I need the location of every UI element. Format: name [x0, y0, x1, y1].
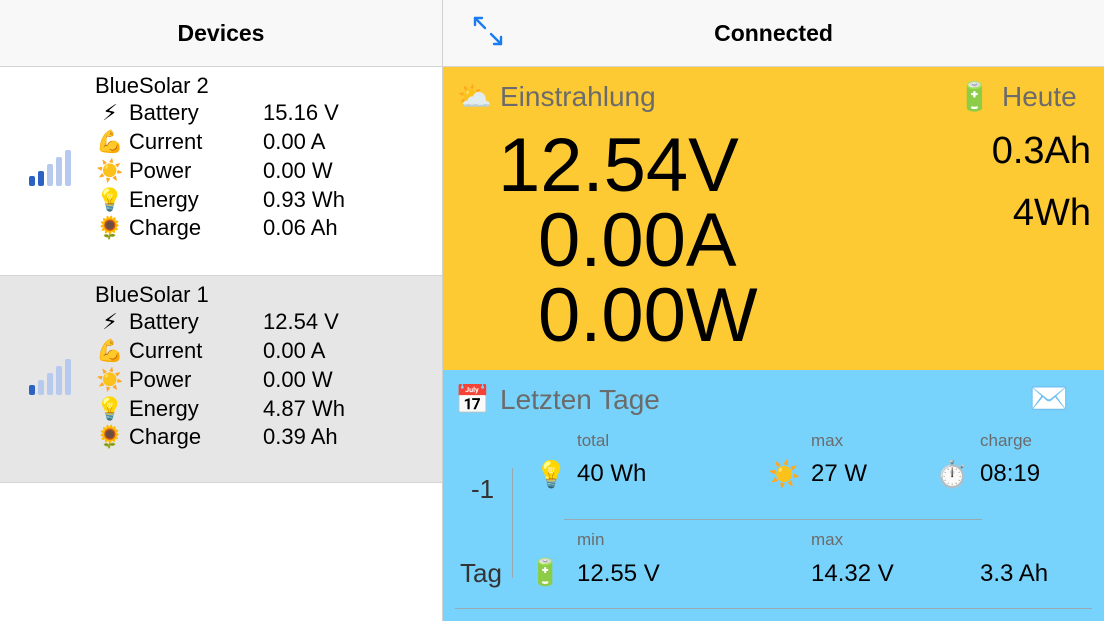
charge-ah-value: 3.3 Ah	[980, 560, 1049, 587]
charge-time-label: charge	[980, 431, 1032, 450]
stopwatch-icon: ⏱️	[936, 459, 969, 489]
stat-value: 15.16 V	[263, 100, 339, 125]
sun-icon: ☀️	[96, 158, 124, 183]
total-label: total	[577, 431, 610, 450]
device-stat-charge: 🌻 Charge 0.39 Ah	[95, 423, 435, 452]
history-header: Letzten Tage	[500, 384, 660, 415]
device-row-bluesolar-2[interactable]: BlueSolar 2 ⚡ Battery 15.16 V 💪 Current …	[0, 67, 442, 275]
device-stat-energy: 💡 Energy 4.87 Wh	[95, 395, 435, 424]
live-current: 0.00A	[538, 198, 737, 283]
max-voltage-label: max	[811, 530, 844, 549]
flexed-biceps-icon: 💪	[96, 129, 124, 154]
device-row-bluesolar-1[interactable]: BlueSolar 1 ⚡ Battery 12.54 V 💪 Current …	[0, 275, 442, 483]
stat-label: Power	[129, 158, 192, 183]
min-voltage-value: 12.55 V	[577, 560, 660, 587]
live-header: Einstrahlung	[500, 81, 656, 112]
stat-label: Current	[129, 338, 203, 363]
device-stat-power: ☀️ Power 0.00 W	[95, 157, 435, 186]
sun-icon: ☀️	[96, 367, 124, 392]
stat-label: Battery	[129, 309, 199, 334]
signal-strength-icon	[29, 150, 71, 186]
stat-value: 4.87 Wh	[263, 396, 345, 421]
today-wh: 4Wh	[1012, 192, 1091, 234]
max-voltage-value: 14.32 V	[811, 560, 894, 587]
bottom-divider	[455, 608, 1092, 609]
sun-behind-cloud-icon: ⛅	[457, 81, 492, 112]
lightning-icon: ⚡	[102, 100, 118, 125]
live-voltage: 12.54V	[498, 123, 739, 208]
devices-nav-bar: Devices	[0, 0, 442, 67]
day-divider	[512, 468, 513, 578]
detail-pane: Connected ⛅ Einstrahlung 🔋 Heute 12.54V …	[443, 0, 1104, 621]
sunflower-icon: 🌻	[96, 424, 124, 449]
light-bulb-icon: 💡	[96, 187, 124, 212]
stat-value: 12.54 V	[263, 309, 339, 334]
stat-label: Charge	[129, 424, 202, 449]
email-icon[interactable]: ✉️	[1029, 382, 1069, 414]
signal-strength-icon	[29, 359, 71, 395]
stat-label: Energy	[129, 187, 199, 212]
row-divider	[564, 519, 982, 520]
device-stat-battery: ⚡ Battery 12.54 V	[95, 308, 435, 337]
stat-label: Battery	[129, 100, 199, 125]
stat-label: Current	[129, 129, 203, 154]
max-power-label: max	[811, 431, 844, 450]
min-voltage-label: min	[577, 530, 605, 549]
today-header: Heute	[1002, 81, 1077, 112]
today-ah: 0.3Ah	[991, 130, 1091, 172]
stat-value: 0.00 W	[263, 367, 333, 392]
device-stat-current: 💪 Current 0.00 A	[95, 337, 435, 366]
sunflower-icon: 🌻	[96, 215, 124, 240]
sun-icon: ☀️	[768, 459, 801, 489]
stat-value: 0.93 Wh	[263, 187, 345, 212]
charge-time-value: 08:19	[980, 460, 1041, 487]
stat-value: 0.00 A	[263, 338, 326, 363]
device-stat-power: ☀️ Power 0.00 W	[95, 366, 435, 395]
light-bulb-icon: 💡	[96, 396, 124, 421]
max-power-value: 27 W	[811, 460, 868, 487]
battery-icon: 🔋	[957, 81, 992, 112]
devices-pane: Devices BlueSolar 2 ⚡ Battery 15.16 V 💪 …	[0, 0, 443, 621]
connection-status-title: Connected	[714, 20, 833, 46]
device-stat-current: 💪 Current 0.00 A	[95, 128, 435, 157]
lightning-icon: ⚡	[102, 309, 118, 334]
day-label: Tag	[460, 558, 502, 588]
stat-value: 0.39 Ah	[263, 424, 338, 449]
stat-label: Energy	[129, 396, 199, 421]
devices-title: Devices	[177, 20, 265, 46]
device-stat-charge: 🌻 Charge 0.06 Ah	[95, 214, 435, 243]
flexed-biceps-icon: 💪	[96, 338, 124, 363]
calendar-icon: 📅	[455, 384, 490, 415]
detail-nav-bar: Connected	[443, 0, 1104, 67]
device-stat-energy: 💡 Energy 0.93 Wh	[95, 186, 435, 215]
light-bulb-icon: 💡	[535, 459, 568, 489]
device-name: BlueSolar 1	[95, 282, 209, 307]
battery-icon: 🔋	[529, 557, 562, 587]
stat-value: 0.00 A	[263, 129, 326, 154]
live-values-panel: ⛅ Einstrahlung 🔋 Heute 12.54V 0.00A 0.00…	[443, 67, 1104, 370]
device-name: BlueSolar 2	[95, 73, 209, 98]
live-power: 0.00W	[538, 273, 758, 358]
total-value: 40 Wh	[577, 460, 647, 487]
stat-label: Charge	[129, 215, 202, 240]
stat-value: 0.00 W	[263, 158, 333, 183]
stat-label: Power	[129, 367, 192, 392]
history-panel: 📅 Letzten Tage ✉️ -1 Tag total 💡 40 Wh m…	[443, 370, 1104, 621]
device-stat-battery: ⚡ Battery 15.16 V	[95, 99, 435, 128]
day-offset: -1	[471, 474, 495, 504]
stat-value: 0.06 Ah	[263, 215, 338, 240]
